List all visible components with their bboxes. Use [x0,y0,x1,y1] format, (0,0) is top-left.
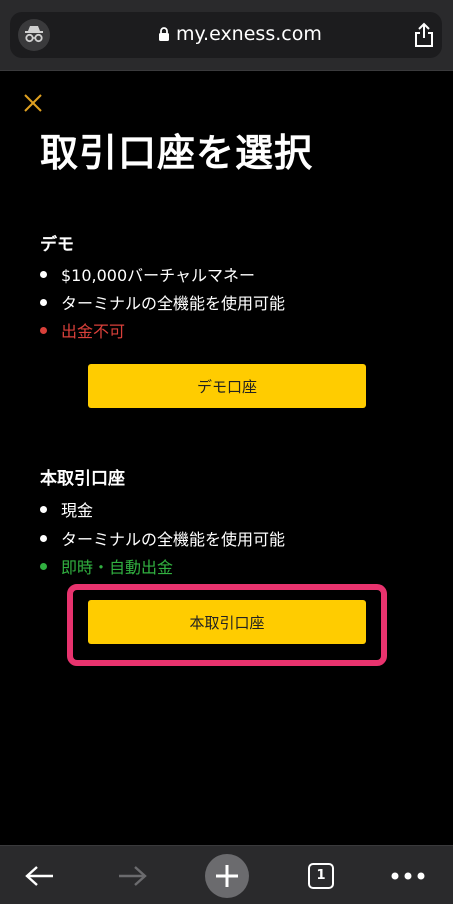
tab-switcher-button[interactable]: 1 [306,846,336,904]
address-bar[interactable]: my.exness.com [10,12,442,58]
real-feature-item: 即時・自動出金 [40,554,173,578]
real-heading: 本取引口座 [40,469,125,489]
forward-arrow-icon [119,865,147,886]
bullet-dot [40,326,47,334]
bullet-dot [40,270,47,278]
bullet-dot [40,298,47,306]
real-feature-item: 現金 [40,497,93,521]
lock-icon [159,27,169,41]
back-arrow-icon [25,865,53,886]
real-feature-item: ターミナルの全機能を使用可能 [40,526,285,550]
incognito-icon[interactable] [18,19,50,51]
bullet-dot [40,505,47,513]
share-icon[interactable] [412,22,436,48]
real-account-button[interactable]: 本取引口座 [88,600,366,644]
real-feature-text: 現金 [61,501,94,520]
bullet-dot [40,562,47,570]
real-feature-text: ターミナルの全機能を使用可能 [61,530,286,549]
close-icon[interactable] [22,92,44,114]
demo-feature-item: ターミナルの全機能を使用可能 [40,290,285,314]
more-menu-button[interactable] [388,846,428,904]
demo-feature-item: 出金不可 [40,318,125,342]
demo-feature-text: ターミナルの全機能を使用可能 [61,294,286,313]
bullet-dot [40,534,47,542]
tab-count: 1 [308,862,334,889]
demo-feature-text: 出金不可 [61,322,126,341]
browser-bottom-toolbar: 1 [0,845,453,904]
plus-icon [205,853,249,898]
demo-feature-item: $10,000バーチャルマネー [40,262,255,286]
forward-button[interactable] [110,846,154,904]
page-title: 取引口座を選択 [40,131,314,175]
real-feature-text: 即時・自動出金 [61,558,174,577]
new-tab-button[interactable] [204,846,250,904]
browser-top-bar: my.exness.com [0,0,453,71]
more-dots-icon [391,872,425,879]
demo-heading: デモ [40,235,74,255]
back-button[interactable] [18,846,62,904]
demo-account-button[interactable]: デモ口座 [88,364,366,408]
demo-feature-text: $10,000バーチャルマネー [61,266,256,285]
url-text[interactable]: my.exness.com [176,23,322,45]
